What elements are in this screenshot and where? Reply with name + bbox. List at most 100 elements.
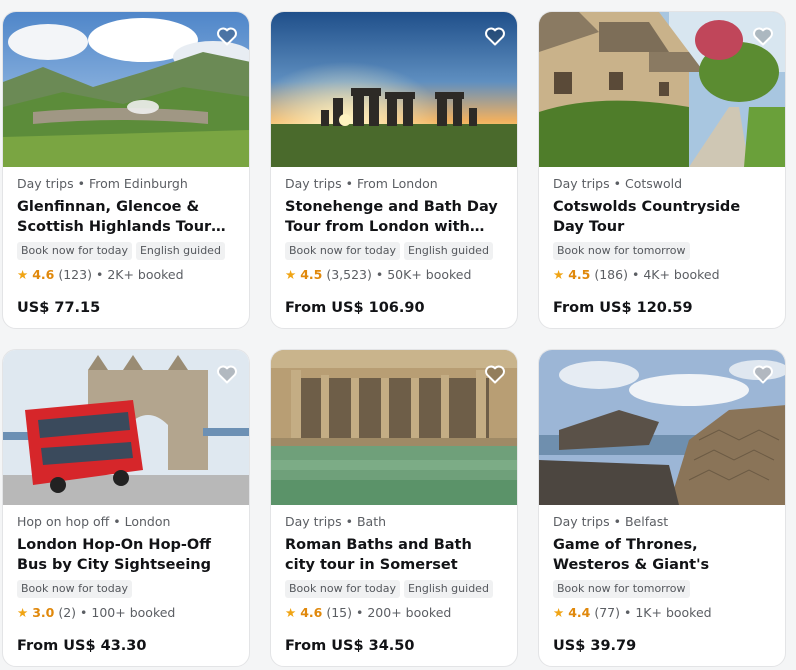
favorite-heart-icon[interactable] — [483, 24, 507, 48]
price: US$ 77.15 — [17, 300, 101, 316]
activity-category: Day trips — [285, 514, 342, 529]
rating-row: ★ 4.5 (3,523) • 50K+ booked — [285, 266, 503, 284]
booking-badge: Book now for today — [17, 242, 132, 260]
meta-separator: • — [613, 514, 621, 529]
activity-title[interactable]: Stonehenge and Bath Day Tour from London… — [285, 198, 503, 237]
star-icon: ★ — [285, 605, 297, 620]
activity-category: Hop on hop off — [17, 514, 110, 529]
rating-row: ★ 4.5 (186) • 4K+ booked — [553, 266, 771, 284]
activity-title[interactable]: Glenfinnan, Glencoe & Scottish Highlands… — [17, 198, 235, 237]
rating-score: 4.5 — [568, 267, 591, 282]
booking-badge: Book now for today — [285, 242, 400, 260]
activity-title[interactable]: Roman Baths and Bath city tour in Somers… — [285, 536, 503, 575]
star-icon: ★ — [17, 267, 29, 282]
meta-separator: • — [80, 605, 88, 620]
booking-badge: Book now for tomorrow — [553, 242, 690, 260]
review-count: (123) — [58, 267, 92, 282]
rating-score: 4.4 — [568, 605, 591, 620]
meta-separator: • — [613, 176, 621, 191]
price: From US$ 106.90 — [285, 300, 425, 316]
rating-score: 4.6 — [32, 267, 55, 282]
activity-photo-cotswolds[interactable] — [539, 12, 785, 167]
meta-separator: • — [345, 176, 353, 191]
star-icon: ★ — [285, 267, 297, 282]
review-count: (186) — [594, 267, 628, 282]
favorite-heart-icon[interactable] — [215, 362, 239, 386]
activity-photo-glenfinnan[interactable] — [3, 12, 249, 167]
rating-score: 4.5 — [300, 267, 323, 282]
activity-category: Day trips — [553, 514, 610, 529]
meta-separator: • — [631, 267, 640, 282]
activity-card[interactable]: Day trips • Cotswold Cotswolds Countrysi… — [538, 11, 786, 329]
booked-count: 50K+ booked — [387, 267, 472, 282]
booking-badge: Book now for today — [285, 580, 400, 598]
review-count: (3,523) — [326, 267, 372, 282]
star-icon: ★ — [17, 605, 29, 620]
language-badge: English guided — [135, 242, 225, 260]
favorite-heart-icon[interactable] — [483, 362, 507, 386]
activity-photo-roman-baths[interactable] — [271, 350, 517, 505]
activity-category: Day trips — [17, 176, 74, 191]
price: From US$ 120.59 — [553, 300, 693, 316]
meta-separator: • — [95, 267, 104, 282]
activity-title[interactable]: Cotswolds Countryside Day Tour — [553, 198, 771, 237]
activity-meta: Day trips • From London — [285, 175, 503, 192]
price: From US$ 43.30 — [17, 638, 147, 654]
meta-separator: • — [77, 176, 85, 191]
price: From US$ 34.50 — [285, 638, 415, 654]
activity-location: London — [124, 514, 171, 529]
meta-separator: • — [345, 514, 353, 529]
rating-score: 3.0 — [32, 605, 55, 620]
activity-card[interactable]: Day trips • Belfast Game of Thrones, Wes… — [538, 349, 786, 667]
meta-separator: • — [624, 605, 632, 620]
language-badge: English guided — [403, 580, 493, 598]
price: US$ 39.79 — [553, 638, 637, 654]
review-count: (2) — [58, 605, 77, 620]
activity-card[interactable]: Day trips • From London Stonehenge and B… — [270, 11, 518, 329]
activity-card[interactable]: Day trips • Bath Roman Baths and Bath ci… — [270, 349, 518, 667]
activity-category: Day trips — [553, 176, 610, 191]
activity-card[interactable]: Day trips • From Edinburgh Glenfinnan, G… — [2, 11, 250, 329]
activity-location: From London — [356, 176, 438, 191]
star-icon: ★ — [553, 605, 565, 620]
activity-card[interactable]: Hop on hop off • London London Hop-On Ho… — [2, 349, 250, 667]
activity-title[interactable]: Game of Thrones, Westeros & Giant's Caus… — [553, 536, 771, 575]
activity-meta: Day trips • Cotswold — [553, 175, 771, 192]
rating-row: ★ 4.4 (77) • 1K+ booked — [553, 604, 771, 622]
activity-location: Bath — [356, 514, 387, 529]
activity-grid: Day trips • From Edinburgh Glenfinnan, G… — [2, 11, 786, 667]
rating-row: ★ 4.6 (15) • 200+ booked — [285, 604, 503, 622]
activity-photo-giants-causeway[interactable] — [539, 350, 785, 505]
meta-separator: • — [113, 514, 121, 529]
booking-badge: Book now for today — [17, 580, 132, 598]
activity-photo-london-bus[interactable] — [3, 350, 249, 505]
rating-score: 4.6 — [300, 605, 323, 620]
booked-count: 1K+ booked — [635, 605, 712, 620]
activity-meta: Day trips • From Edinburgh — [17, 175, 235, 192]
activity-location: From Edinburgh — [88, 176, 188, 191]
activity-title[interactable]: London Hop-On Hop-Off Bus by City Sights… — [17, 536, 235, 575]
favorite-heart-icon[interactable] — [751, 362, 775, 386]
favorite-heart-icon[interactable] — [215, 24, 239, 48]
rating-row: ★ 3.0 (2) • 100+ booked — [17, 604, 235, 622]
review-count: (15) — [326, 605, 353, 620]
booked-count: 200+ booked — [367, 605, 452, 620]
language-badge: English guided — [403, 242, 493, 260]
booked-count: 4K+ booked — [643, 267, 720, 282]
rating-row: ★ 4.6 (123) • 2K+ booked — [17, 266, 235, 284]
booked-count: 2K+ booked — [107, 267, 184, 282]
review-count: (77) — [594, 605, 621, 620]
activity-photo-stonehenge[interactable] — [271, 12, 517, 167]
activity-meta: Day trips • Bath — [285, 513, 503, 530]
favorite-heart-icon[interactable] — [751, 24, 775, 48]
meta-separator: • — [356, 605, 364, 620]
activity-category: Day trips — [285, 176, 342, 191]
booked-count: 100+ booked — [91, 605, 176, 620]
activity-meta: Day trips • Belfast — [553, 513, 771, 530]
activity-location: Belfast — [624, 514, 669, 529]
star-icon: ★ — [553, 267, 565, 282]
activity-meta: Hop on hop off • London — [17, 513, 235, 530]
meta-separator: • — [375, 267, 384, 282]
booking-badge: Book now for tomorrow — [553, 580, 690, 598]
activity-location: Cotswold — [624, 176, 683, 191]
